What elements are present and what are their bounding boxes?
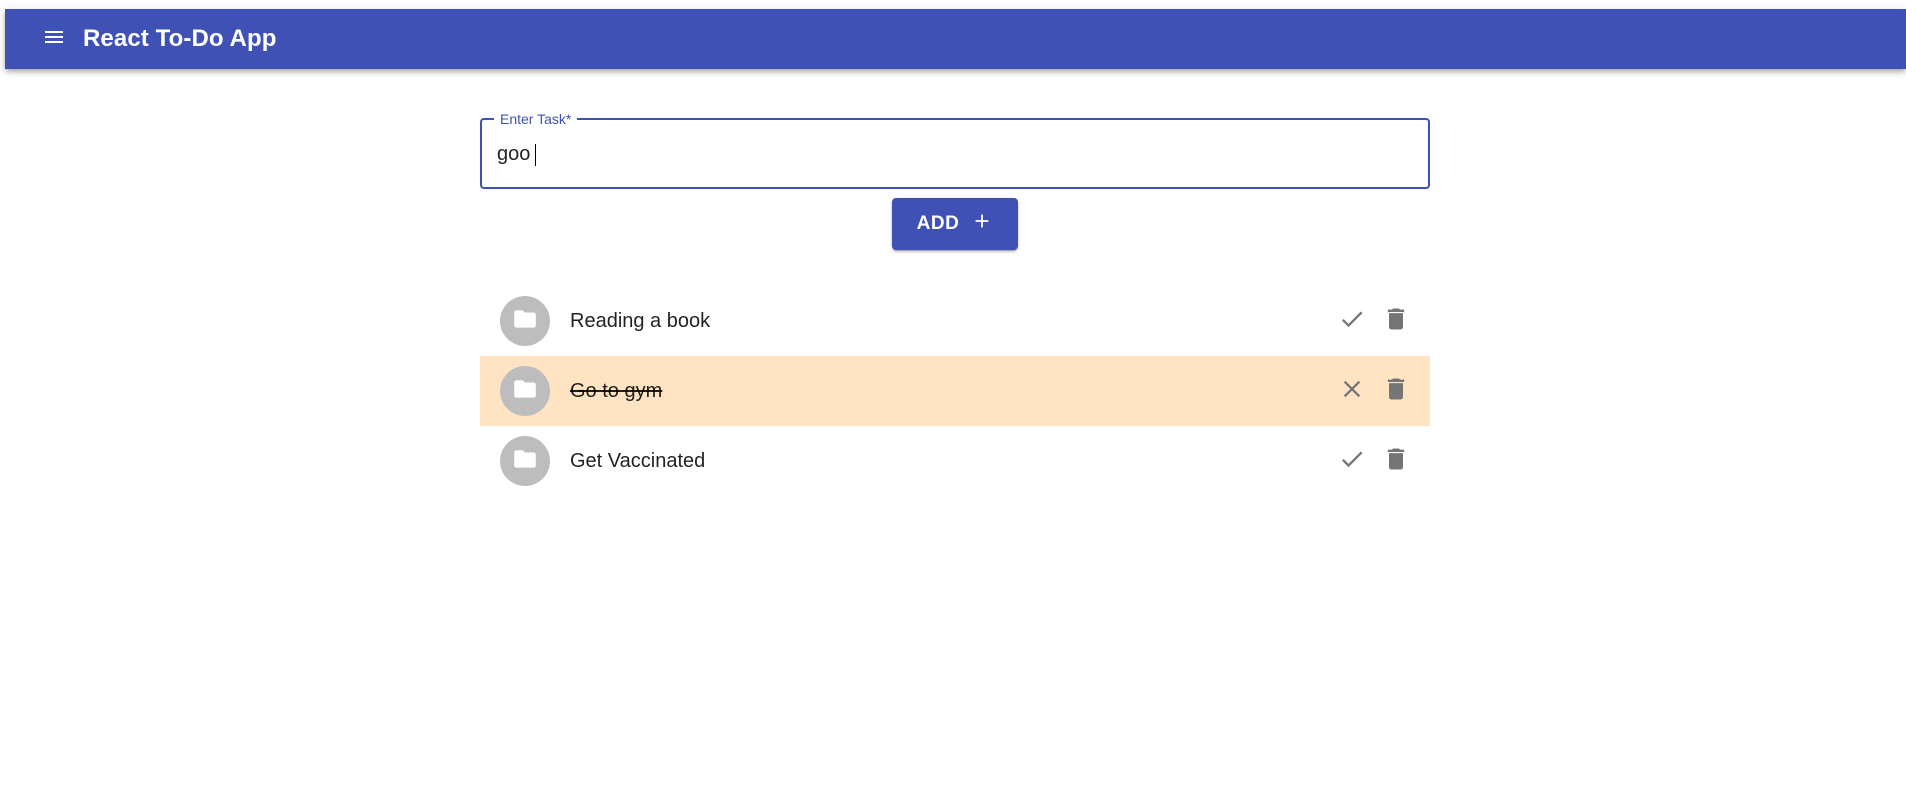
- menu-icon: [42, 25, 66, 54]
- add-button-row: ADD: [480, 198, 1430, 250]
- mark-complete-button[interactable]: [1330, 439, 1374, 483]
- task-text: Get Vaccinated: [570, 449, 706, 472]
- folder-icon: [512, 306, 538, 337]
- text-cursor: [535, 144, 536, 166]
- menu-button[interactable]: [30, 15, 78, 63]
- task-actions: [1330, 369, 1418, 413]
- trash-icon: [1382, 445, 1410, 478]
- close-icon: [1338, 375, 1366, 408]
- task-avatar: [500, 296, 550, 346]
- task-actions: [1330, 439, 1418, 483]
- add-task-button[interactable]: ADD: [892, 198, 1018, 250]
- folder-icon: [512, 446, 538, 477]
- main-content: Enter Task* ADD Reading a book: [480, 110, 1430, 496]
- plus-icon: [971, 210, 993, 238]
- task-field-label: Enter Task*: [494, 110, 578, 128]
- task-text: Reading a book: [570, 309, 711, 332]
- delete-task-button[interactable]: [1374, 369, 1418, 413]
- check-icon: [1338, 305, 1366, 338]
- task-list: Reading a book Go to gym Get Vaccinated: [480, 286, 1430, 496]
- task-item: Reading a book: [480, 286, 1430, 356]
- mark-incomplete-button[interactable]: [1330, 369, 1374, 413]
- task-avatar: [500, 436, 550, 486]
- task-input[interactable]: [497, 138, 1397, 170]
- check-icon: [1338, 445, 1366, 478]
- app-bar: React To-Do App: [5, 9, 1906, 69]
- task-item: Get Vaccinated: [480, 426, 1430, 496]
- folder-icon: [512, 376, 538, 407]
- trash-icon: [1382, 375, 1410, 408]
- task-text: Go to gym: [570, 379, 663, 402]
- task-field: Enter Task*: [480, 110, 1430, 189]
- delete-task-button[interactable]: [1374, 299, 1418, 343]
- app-title: React To-Do App: [83, 25, 277, 52]
- mark-complete-button[interactable]: [1330, 299, 1374, 343]
- add-button-label: ADD: [916, 213, 960, 234]
- trash-icon: [1382, 305, 1410, 338]
- task-item: Go to gym: [480, 356, 1430, 426]
- task-actions: [1330, 299, 1418, 343]
- task-avatar: [500, 366, 550, 416]
- delete-task-button[interactable]: [1374, 439, 1418, 483]
